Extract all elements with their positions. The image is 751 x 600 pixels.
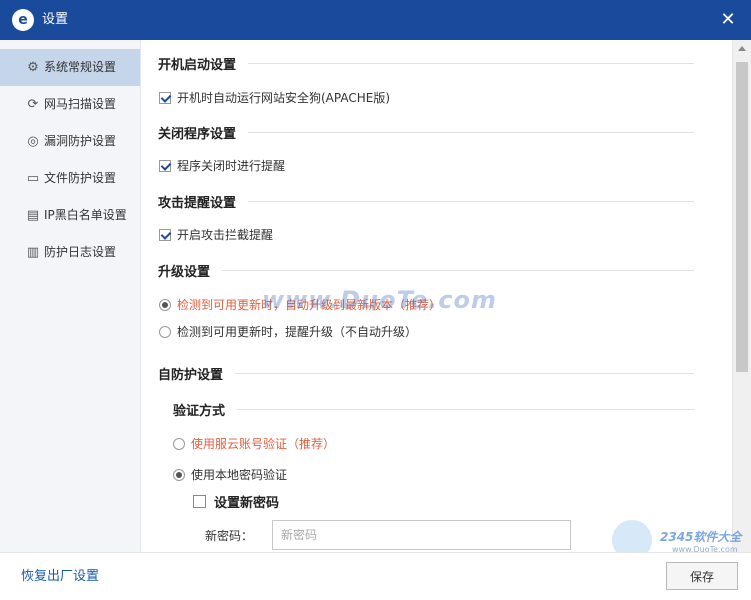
save-button[interactable]: 保存 [666,562,738,590]
reset-factory-settings-link[interactable]: 恢复出厂设置 [21,553,99,600]
checkbox-checked-icon [159,159,171,172]
folder-icon: ▭ [26,171,40,186]
section-title-attack: 攻击提醒设置 [158,192,695,211]
startup-autorun-checkbox[interactable]: 开机时自动运行网站安全狗(APACHE版) [159,89,390,106]
scroll-up-arrow-icon[interactable] [738,46,746,51]
sidebar-item-general[interactable]: ⚙ 系统常规设置 [0,49,140,86]
section-title-startup: 开机启动设置 [158,54,695,73]
sidebar-item-label: IP黑白名单设置 [44,208,127,222]
checkbox-checked-icon [159,91,171,104]
target-icon: ◎ [27,134,39,149]
close-icon: ✕ [720,9,736,30]
radio-selected-icon [159,298,171,311]
app-logo-icon: e [12,9,34,31]
sidebar-item-file[interactable]: ▭ 文件防护设置 [0,160,140,197]
verify-local-password-radio[interactable]: 使用本地密码验证 [173,466,287,483]
upgrade-auto-radio[interactable]: 检测到可用更新时，自动升级到最新版本（推荐） [159,296,441,313]
subsection-title-verify: 验证方式 [173,400,696,419]
divider [248,63,695,64]
window-title: 设置 [42,12,69,27]
sidebar-item-scan[interactable]: ⟳ 网马扫描设置 [0,86,140,123]
close-button[interactable]: ✕ [713,0,743,40]
radio-selected-icon [173,468,185,481]
scroll-thumb[interactable] [736,62,748,372]
list-icon: ▤ [26,208,40,223]
settings-content: 开机启动设置 开机时自动运行网站安全狗(APACHE版) 关闭程序设置 程序关闭… [142,40,732,552]
sidebar-item-label: 防护日志设置 [44,245,117,259]
checkbox-unchecked-icon [193,495,206,508]
sidebar: ⚙ 系统常规设置 ⟳ 网马扫描设置 ◎ 漏洞防护设置 ▭ 文件防护设置 ▤ IP… [0,40,141,552]
log-icon: ▥ [26,245,40,260]
title-bar: e 设置 ✕ [0,0,751,40]
divider [235,373,695,374]
radio-unselected-icon [159,325,171,338]
close-remind-checkbox[interactable]: 程序关闭时进行提醒 [159,157,285,174]
refresh-icon: ⟳ [27,97,39,112]
section-title-close: 关闭程序设置 [158,123,695,142]
upgrade-remind-radio[interactable]: 检测到可用更新时，提醒升级（不自动升级） [159,323,417,340]
verify-cloud-account-radio[interactable]: 使用服云账号验证（推荐） [173,435,335,452]
gear-icon: ⚙ [27,60,39,75]
sidebar-item-label: 网马扫描设置 [44,97,117,111]
radio-unselected-icon [173,437,185,450]
sidebar-item-ip-list[interactable]: ▤ IP黑白名单设置 [0,197,140,234]
content-scrollbar[interactable] [732,40,751,552]
footer: 恢复出厂设置 保存 [0,552,751,600]
divider [248,201,695,202]
sidebar-item-label: 文件防护设置 [44,171,117,185]
divider [222,270,695,271]
new-password-label: 新密码： [205,529,254,543]
new-password-input[interactable] [272,520,571,550]
checkbox-checked-icon [159,228,171,241]
divider [237,409,696,410]
set-new-password-checkbox[interactable]: 设置新密码 [193,492,279,511]
section-title-selfprotect: 自防护设置 [158,364,695,383]
sidebar-item-log[interactable]: ▥ 防护日志设置 [0,234,140,271]
sidebar-item-vulnerability[interactable]: ◎ 漏洞防护设置 [0,123,140,160]
sidebar-item-label: 系统常规设置 [44,60,117,74]
divider [248,132,695,133]
section-title-upgrade: 升级设置 [158,261,695,280]
attack-remind-checkbox[interactable]: 开启攻击拦截提醒 [159,226,273,243]
sidebar-item-label: 漏洞防护设置 [44,134,117,148]
